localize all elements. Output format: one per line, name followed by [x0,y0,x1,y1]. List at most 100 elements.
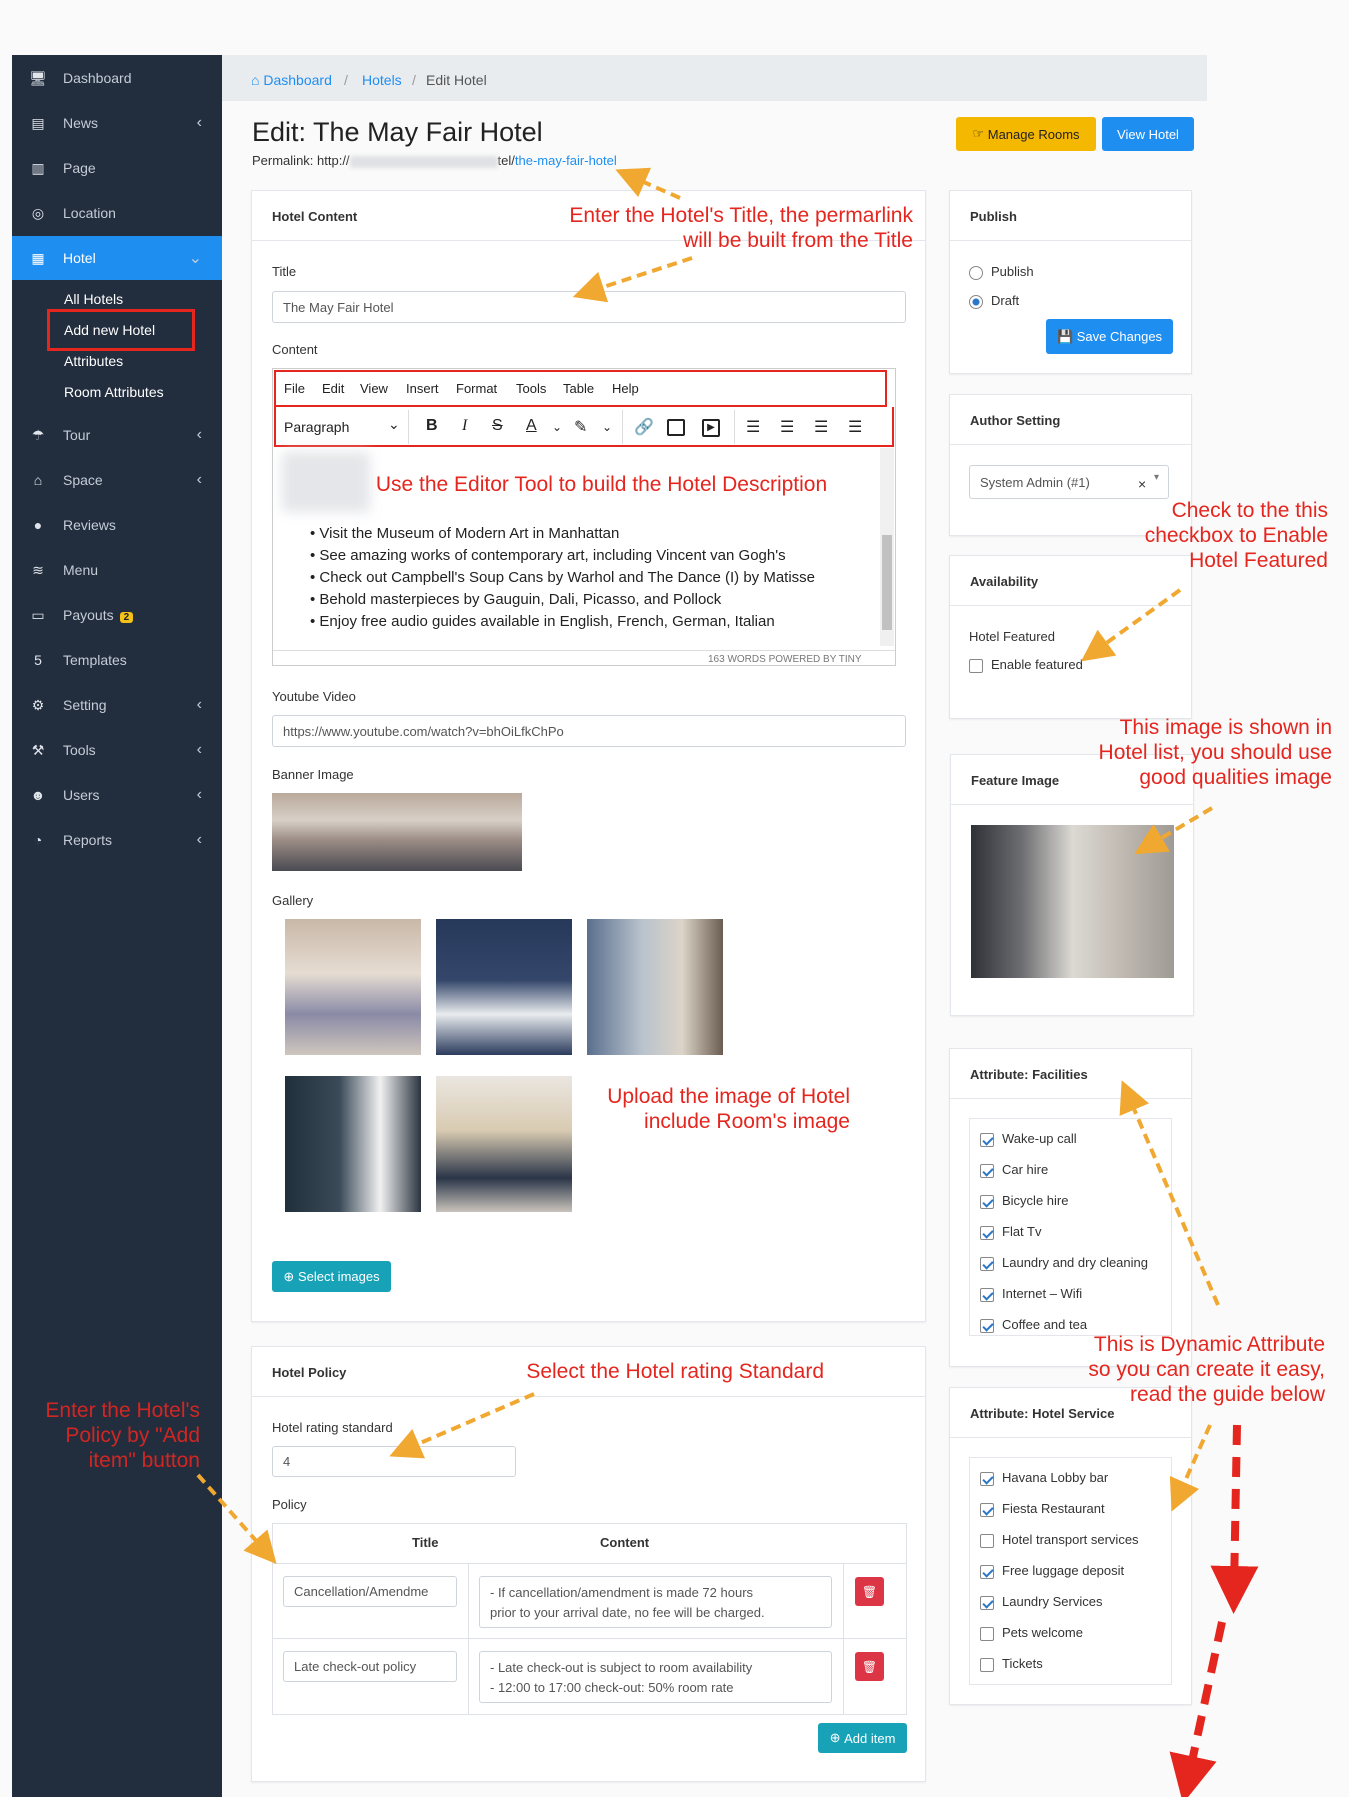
feature-image[interactable] [971,825,1174,978]
users-icon: ☻ [30,787,46,803]
italic-icon[interactable]: I [462,417,467,435]
checkbox-icon [980,1132,994,1147]
align-left-icon[interactable]: ☰ [746,417,760,437]
facility-label: Car hire [1002,1162,1049,1177]
facility-checkbox[interactable]: Car hire [980,1162,1048,1178]
sidebar-item-space[interactable]: ⌂ Space ‹ [12,458,222,502]
radio-checked-icon [969,294,983,309]
page-title: Edit: The May Fair Hotel [252,117,543,147]
sidebar-sub-all-hotels[interactable]: All Hotels [64,291,123,307]
checkbox-icon [980,1163,994,1178]
banner-image[interactable] [272,793,522,871]
editor-menu-tools[interactable]: Tools [516,381,546,396]
block-format-select[interactable]: Paragraph [284,419,349,435]
editor-menu-table[interactable]: Table [563,381,594,396]
bold-icon[interactable]: B [426,417,438,435]
delete-row-button[interactable]: 🗑 [855,1652,884,1681]
sidebar-item-templates[interactable]: 5 Templates [12,638,222,682]
link-icon[interactable]: 🔗 [634,417,654,437]
facility-label: Internet – Wifi [1002,1286,1083,1301]
draft-radio[interactable]: Draft [969,293,1019,309]
editor-menu-format[interactable]: Format [456,381,497,396]
breadcrumb-current: Edit Hotel [426,72,487,88]
sidebar-item-users[interactable]: ☻ Users ‹ [12,773,222,817]
service-checkbox[interactable]: Fiesta Restaurant [980,1501,1105,1517]
sidebar-sub-room-attributes[interactable]: Room Attributes [64,384,164,400]
delete-row-button[interactable]: 🗑 [855,1577,884,1606]
facility-checkbox[interactable]: Coffee and tea [980,1317,1087,1333]
policy-title-input[interactable]: Cancellation/Amendme [283,1576,457,1607]
sidebar-item-setting[interactable]: ⚙ Setting ‹ [12,683,222,727]
sidebar-item-reports[interactable]: ◔ Reports ‹ [12,818,222,862]
align-justify-icon[interactable]: ☰ [848,417,862,437]
gear-icon: ⚙ [31,696,45,713]
service-checkbox[interactable]: Laundry Services [980,1594,1102,1610]
service-checkbox[interactable]: Havana Lobby bar [980,1470,1108,1486]
service-checkbox[interactable]: Tickets [980,1656,1043,1672]
card-title: Attribute: Hotel Service [970,1406,1115,1421]
toolbar-divider [408,410,409,444]
policy-content-textarea[interactable]: - Late check-out is subject to room avai… [479,1651,832,1703]
policy-title-input[interactable]: Late check-out policy [283,1651,457,1682]
annotation-line: checkbox to Enable [1144,524,1328,547]
permalink-slug[interactable]: the-may-fair-hotel [515,153,617,168]
sidebar-item-tools[interactable]: ⚒ Tools ‹ [12,728,222,772]
view-hotel-button[interactable]: View Hotel [1102,117,1194,151]
checkbox-icon [980,1194,994,1209]
enable-featured-checkbox[interactable]: Enable featured [969,657,1083,673]
clear-icon[interactable]: × [1138,476,1146,492]
sidebar-item-hotel[interactable]: ▦ Hotel ⌄ [12,236,222,280]
breadcrumb-home[interactable]: ⌂ Dashboard [251,72,332,88]
sidebar-item-news[interactable]: ▤ News ‹ [12,101,222,145]
sidebar-item-payouts[interactable]: ▭ Payouts 2 [12,593,222,637]
editor-menu-view[interactable]: View [360,381,388,396]
facility-checkbox[interactable]: Flat Tv [980,1224,1042,1240]
manage-rooms-button[interactable]: ☞ Manage Rooms [956,117,1096,151]
editor-menu-file[interactable]: File [284,381,305,396]
sidebar-item-reviews[interactable]: ● Reviews [12,503,222,547]
strikethrough-icon[interactable]: S [492,417,503,435]
scrollbar-thumb[interactable] [882,535,892,630]
youtube-input[interactable]: https://www.youtube.com/watch?v=bhOiLfkC… [272,715,906,747]
policy-content-textarea[interactable]: - If cancellation/amendment is made 72 h… [479,1576,832,1628]
image-icon[interactable] [667,419,685,436]
service-checkbox[interactable]: Hotel transport services [980,1532,1139,1548]
annotation-line: Hotel list, you should use [1098,741,1332,764]
highlight-icon[interactable]: ✎ [574,417,587,437]
service-checkbox[interactable]: Pets welcome [980,1625,1083,1641]
publish-radio[interactable]: Publish [969,264,1034,280]
service-checkbox[interactable]: Free luggage deposit [980,1563,1124,1579]
sidebar-item-page[interactable]: ▥ Page [12,146,222,190]
editor-menu-help[interactable]: Help [612,381,639,396]
caret-down-icon[interactable]: ▾ [1154,472,1159,483]
media-icon[interactable]: ▶ [702,419,720,437]
annotation-line: so you can create it easy, [1088,1358,1325,1381]
editor-menu-edit[interactable]: Edit [322,381,344,396]
editor-menu-insert[interactable]: Insert [406,381,439,396]
sidebar-sub-attributes[interactable]: Attributes [64,353,123,369]
facility-checkbox[interactable]: Laundry and dry cleaning [980,1255,1148,1271]
facility-checkbox[interactable]: Internet – Wifi [980,1286,1082,1302]
add-item-button[interactable]: ⊕ Add item [818,1723,907,1753]
gallery-image[interactable] [587,919,723,1055]
gallery-image[interactable] [436,919,572,1055]
newspaper-icon: ▤ [31,114,45,131]
text-color-icon[interactable]: A [526,417,537,435]
sidebar-item-tour[interactable]: ☂ Tour ‹ [12,413,222,457]
sidebar-item-dashboard[interactable]: 🖥 Dashboard [12,56,222,100]
rating-input[interactable]: 4 [272,1446,516,1477]
sidebar-item-location[interactable]: ◎ Location [12,191,222,235]
select-images-button[interactable]: ⊕ Select images [272,1261,391,1292]
rating-label: Hotel rating standard [272,1420,393,1435]
save-changes-button[interactable]: 💾 Save Changes [1046,319,1173,354]
align-right-icon[interactable]: ☰ [814,417,828,437]
facility-checkbox[interactable]: Bicycle hire [980,1193,1068,1209]
breadcrumb-hotels[interactable]: Hotels [362,72,402,88]
sidebar-item-menu[interactable]: ≋ Menu [12,548,222,592]
align-center-icon[interactable]: ☰ [780,417,794,437]
gallery-image[interactable] [285,1076,421,1212]
sidebar-item-label: Space [63,472,103,488]
title-input[interactable]: The May Fair Hotel [272,291,906,323]
facility-checkbox[interactable]: Wake-up call [980,1131,1077,1147]
gallery-image[interactable] [285,919,421,1055]
